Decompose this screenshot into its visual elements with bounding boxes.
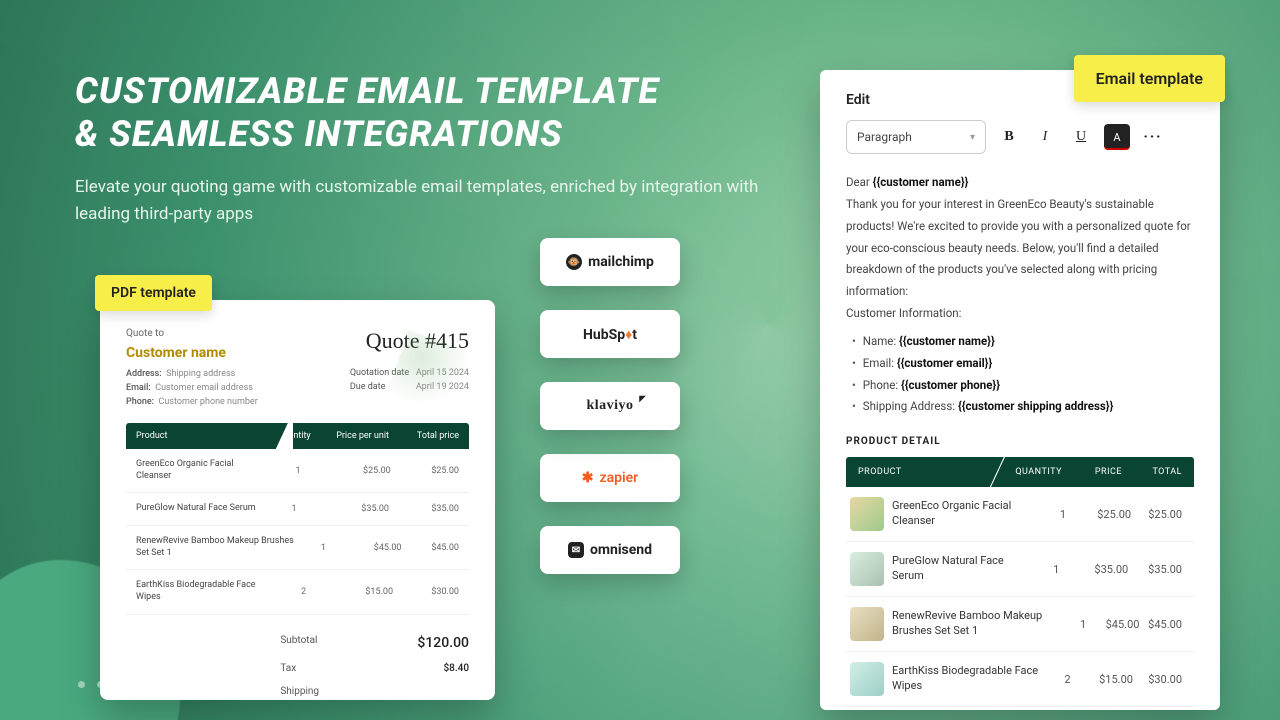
carousel-dot[interactable]	[135, 681, 142, 688]
underline-button[interactable]: U	[1068, 124, 1094, 150]
integration-mailchimp[interactable]: 🐵 mailchimp	[540, 238, 680, 286]
table-row: PureGlow Natural Face Serum 1 $35.00 $35…	[126, 493, 469, 526]
mailchimp-icon: 🐵	[566, 254, 582, 270]
integrations-column: 🐵 mailchimp HubSp♦t klaviyo◤ ✱zapier ✉ o…	[540, 238, 680, 574]
integration-hubspot[interactable]: HubSp♦t	[540, 310, 680, 358]
product-thumbnail	[850, 497, 884, 531]
pdf-template-tag: PDF template	[95, 275, 212, 311]
customer-name: Customer name	[126, 345, 258, 361]
integration-klaviyo[interactable]: klaviyo◤	[540, 382, 680, 430]
quote-number: Quote #415	[350, 328, 469, 354]
email-template-tag: Email template	[1074, 55, 1225, 102]
carousel-dot[interactable]	[116, 681, 123, 688]
more-options-button[interactable]: ···	[1140, 124, 1166, 150]
bold-button[interactable]: B	[996, 124, 1022, 150]
table-row: EarthKiss Biodegradable Face Wipes 2 $15…	[126, 570, 469, 614]
product-thumbnail	[850, 662, 884, 696]
table-row: RenewRevive Bamboo Makeup Brushes Set Se…	[126, 526, 469, 570]
table-row: PureGlow Natural Face Serum 1 $35.00 $35…	[846, 542, 1194, 597]
quote-to-label: Quote to	[126, 328, 258, 339]
carousel-dot[interactable]	[173, 681, 180, 688]
paragraph-style-select[interactable]: Paragraph ▾	[846, 120, 986, 154]
hero-subtitle: Elevate your quoting game with customiza…	[75, 174, 760, 227]
integration-zapier[interactable]: ✱zapier	[540, 454, 680, 502]
carousel-dot-active[interactable]	[154, 681, 161, 688]
table-row: EarthKiss Biodegradable Face Wipes 2 $15…	[846, 652, 1194, 707]
product-thumbnail	[850, 607, 884, 641]
table-row: GreenEco Organic Facial Cleanser 1 $25.0…	[126, 449, 469, 493]
product-detail-heading: PRODUCT DETAIL	[846, 436, 1194, 447]
email-template-panel: Email template Edit Paragraph ▾ B I U A …	[820, 70, 1220, 710]
pdf-totals: Subtotal$120.00 Tax$8.40 Shipping	[280, 629, 469, 700]
omnisend-icon: ✉	[568, 542, 584, 558]
carousel-dot[interactable]	[211, 681, 218, 688]
email-products-table: PRODUCT QUANTITY PRICE TOTAL GreenEco Or…	[846, 457, 1194, 707]
carousel-dots[interactable]	[78, 681, 218, 688]
carousel-dot[interactable]	[78, 681, 85, 688]
hero-title: CUSTOMIZABLE EMAIL TEMPLATE & SEAMLESS I…	[75, 70, 760, 156]
hero-section: CUSTOMIZABLE EMAIL TEMPLATE & SEAMLESS I…	[75, 70, 760, 227]
pdf-template-card: PDF template Quote to Customer name Addr…	[100, 300, 495, 700]
integration-omnisend[interactable]: ✉ omnisend	[540, 526, 680, 574]
flag-icon: ◤	[639, 394, 646, 403]
table-row: RenewRevive Bamboo Makeup Brushes Set Se…	[846, 597, 1194, 652]
table-row: GreenEco Organic Facial Cleanser 1 $25.0…	[846, 487, 1194, 542]
email-body-editor[interactable]: Dear {{customer name}} Thank you for you…	[846, 172, 1194, 418]
zapier-icon: ✱	[582, 470, 594, 486]
editor-toolbar: Paragraph ▾ B I U A ···	[846, 120, 1194, 154]
product-thumbnail	[850, 552, 884, 586]
carousel-dot[interactable]	[192, 681, 199, 688]
carousel-dot[interactable]	[97, 681, 104, 688]
chevron-down-icon: ▾	[970, 132, 975, 143]
text-color-button[interactable]: A	[1104, 124, 1130, 150]
pdf-products-table: Product Quantity Price per unit Total pr…	[126, 423, 469, 615]
italic-button[interactable]: I	[1032, 124, 1058, 150]
